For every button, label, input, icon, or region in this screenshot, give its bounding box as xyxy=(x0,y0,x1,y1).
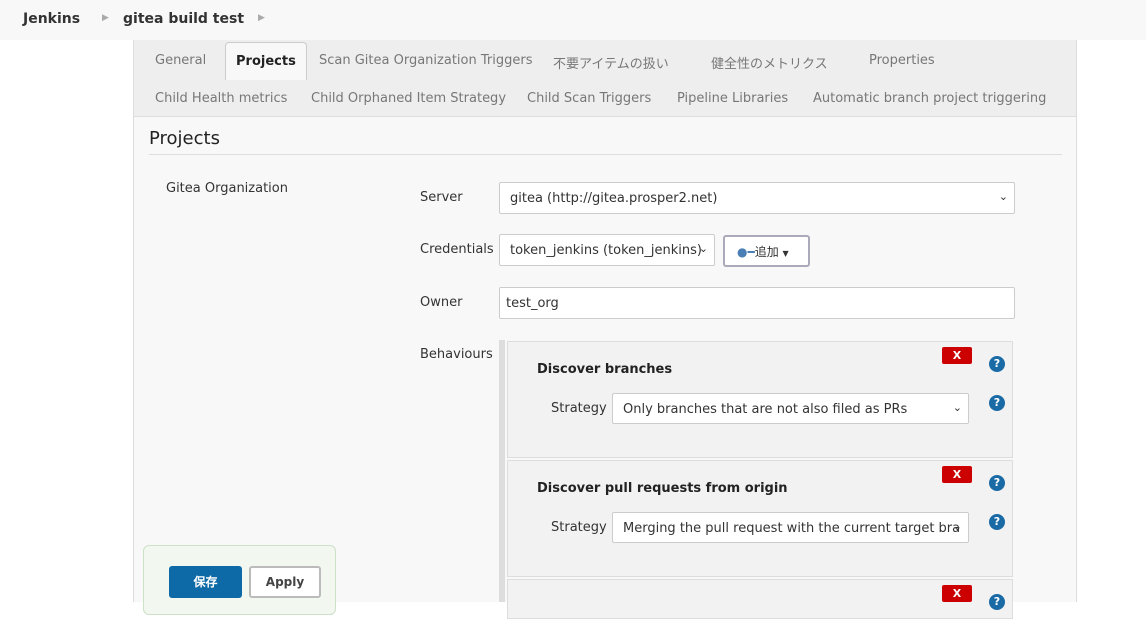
apply-button[interactable]: Apply xyxy=(249,566,321,598)
behaviours-bar xyxy=(499,340,505,602)
tab-health-metrics[interactable]: 健全性のメトリクス xyxy=(711,53,828,72)
help-icon[interactable]: ? xyxy=(989,594,1005,610)
tab-bar: General Projects Scan Gitea Organization… xyxy=(134,40,1076,117)
credentials-label: Credentials xyxy=(420,242,494,257)
tab-pipeline-libraries[interactable]: Pipeline Libraries xyxy=(677,91,788,106)
credentials-value: token_jenkins (token_jenkins) xyxy=(510,243,702,258)
strategy-label: Strategy xyxy=(551,520,607,535)
owner-input[interactable]: test_org xyxy=(499,287,1015,319)
remove-icon[interactable]: X xyxy=(942,585,972,602)
tab-properties[interactable]: Properties xyxy=(869,53,935,68)
caret-down-icon: ▼ xyxy=(782,249,789,258)
behaviour-discover-pull-requests: X ? Discover pull requests from origin S… xyxy=(507,460,1013,577)
server-label: Server xyxy=(420,190,463,205)
chevron-down-icon: ⌄ xyxy=(998,190,1008,203)
tab-scan-triggers[interactable]: Scan Gitea Organization Triggers xyxy=(319,53,532,68)
remove-icon[interactable]: X xyxy=(942,347,972,364)
behaviour-discover-branches: X ? Discover branches Strategy Only bran… xyxy=(507,341,1013,458)
help-icon[interactable]: ? xyxy=(989,514,1005,530)
breadcrumb-separator-icon[interactable]: ▶ xyxy=(258,13,265,23)
help-icon[interactable]: ? xyxy=(989,395,1005,411)
chevron-down-icon: ⌄ xyxy=(698,242,708,255)
breadcrumb-jenkins[interactable]: Jenkins xyxy=(23,11,80,27)
behaviour-title: Discover pull requests from origin xyxy=(537,481,788,496)
tab-projects[interactable]: Projects xyxy=(225,42,307,80)
behaviour-item: X ? xyxy=(507,579,1013,619)
strategy-label: Strategy xyxy=(551,401,607,416)
credentials-select[interactable]: token_jenkins (token_jenkins) ⌄ xyxy=(499,234,715,266)
remove-icon[interactable]: X xyxy=(942,466,972,483)
server-select[interactable]: gitea (http://gitea.prosper2.net) ⌄ xyxy=(499,182,1015,214)
breadcrumb-bar: Jenkins ▶ gitea build test ▶ xyxy=(0,0,1146,40)
config-panel: General Projects Scan Gitea Organization… xyxy=(133,40,1077,619)
help-icon[interactable]: ? xyxy=(989,475,1005,491)
tab-child-scan[interactable]: Child Scan Triggers xyxy=(527,91,651,106)
key-icon: ●━ xyxy=(737,245,755,259)
strategy-value: Merging the pull request with the curren… xyxy=(623,521,961,536)
gitea-organization-label: Gitea Organization xyxy=(166,181,288,196)
breadcrumb-job[interactable]: gitea build test xyxy=(123,11,244,27)
owner-label: Owner xyxy=(420,295,463,310)
strategy-value: Only branches that are not also filed as… xyxy=(623,402,908,417)
behaviour-title: Discover branches xyxy=(537,362,673,377)
chevron-down-icon: ⌄ xyxy=(952,520,962,533)
divider xyxy=(149,154,1062,155)
save-button[interactable]: 保存 xyxy=(169,566,242,598)
strategy-select[interactable]: Only branches that are not also filed as… xyxy=(612,393,969,424)
tab-child-orphaned[interactable]: Child Orphaned Item Strategy xyxy=(311,91,506,106)
bottom-button-bar: 保存 Apply xyxy=(143,545,336,615)
tab-general[interactable]: General xyxy=(155,53,206,68)
behaviours-label: Behaviours xyxy=(420,347,493,362)
tab-auto-branch[interactable]: Automatic branch project triggering xyxy=(813,91,1046,106)
breadcrumb-separator-icon[interactable]: ▶ xyxy=(102,13,109,23)
add-label: 追加 xyxy=(754,245,779,259)
tab-child-health[interactable]: Child Health metrics xyxy=(155,91,287,106)
chevron-down-icon: ⌄ xyxy=(952,401,962,414)
strategy-select[interactable]: Merging the pull request with the curren… xyxy=(612,512,969,543)
section-title: Projects xyxy=(149,128,220,149)
add-credentials-button[interactable]: ●━追加 ▼ xyxy=(723,235,810,267)
server-value: gitea (http://gitea.prosper2.net) xyxy=(510,191,718,206)
tab-orphaned-items[interactable]: 不要アイテムの扱い xyxy=(553,53,669,72)
help-icon[interactable]: ? xyxy=(989,356,1005,372)
